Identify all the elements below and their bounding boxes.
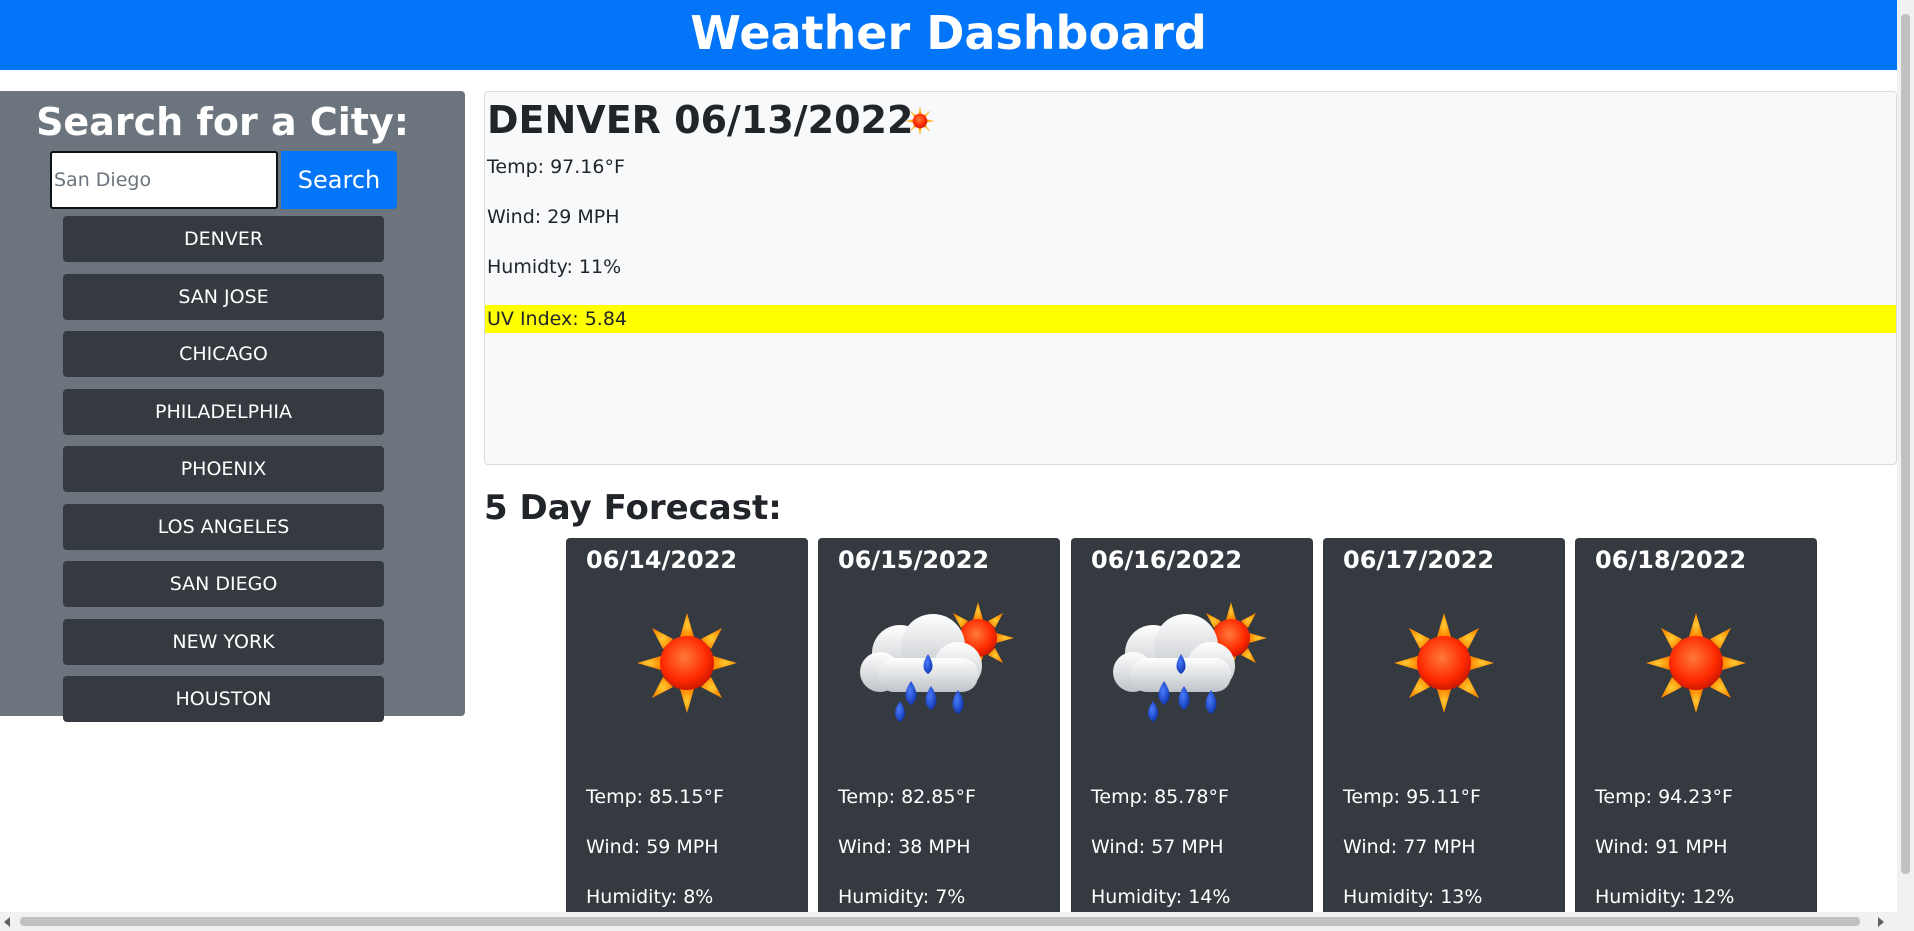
search-button[interactable]: Search [281,151,397,209]
forecast-humidity: Humidity: 8% [586,886,714,908]
forecast-date: 06/15/2022 [838,546,990,574]
forecast-card: 06/15/2022 Temp: 82.85°F Wind: 38 MPH Hu… [818,538,1060,912]
forecast-wind: Wind: 57 MPH [1091,836,1224,858]
scroll-left-arrow-icon[interactable] [4,917,10,927]
vertical-scrollbar-thumb[interactable] [1901,14,1910,874]
city-button-denver[interactable]: DENVER [63,216,384,262]
uv-index-bar [485,305,1896,333]
city-button-los-angeles[interactable]: LOS ANGELES [63,504,384,550]
page-title: Weather Dashboard [690,6,1207,60]
sun-icon [1646,613,1746,713]
current-humidity: Humidty: 11% [487,256,622,278]
forecast-card: 06/14/2022 Temp: 85.15°F Wind: 59 MPH Hu… [566,538,808,912]
horizontal-scrollbar-thumb[interactable] [20,917,1860,926]
city-button-philadelphia[interactable]: PHILADELPHIA [63,389,384,435]
current-wind: Wind: 29 MPH [487,206,620,228]
forecast-temp: Temp: 85.78°F [1091,786,1229,808]
forecast-wind: Wind: 77 MPH [1343,836,1476,858]
forecast-card: 06/17/2022 Temp: 95.11°F Wind: 77 MPH Hu… [1323,538,1565,912]
forecast-temp: Temp: 95.11°F [1343,786,1481,808]
rain-cloud-sun-icon [1113,602,1267,722]
page-header: Weather Dashboard [0,0,1897,70]
scroll-right-arrow-icon[interactable] [1878,917,1884,927]
forecast-date: 06/14/2022 [586,546,738,574]
current-city-title: DENVER 06/13/2022 [487,98,914,142]
city-button-san-jose[interactable]: SAN JOSE [63,274,384,320]
forecast-humidity: Humidity: 7% [838,886,966,908]
forecast-date: 06/16/2022 [1091,546,1243,574]
forecast-card: 06/16/2022 Temp: 85.78°F Wind: 57 MPH Hu… [1071,538,1313,912]
search-heading: Search for a City: [36,100,409,144]
city-button-houston[interactable]: HOUSTON [63,676,384,722]
forecast-temp: Temp: 94.23°F [1595,786,1733,808]
city-button-new-york[interactable]: NEW YORK [63,619,384,665]
rain-cloud-sun-icon [860,602,1014,722]
city-button-phoenix[interactable]: PHOENIX [63,446,384,492]
forecast-wind: Wind: 38 MPH [838,836,971,858]
sun-icon [905,106,935,136]
city-button-chicago[interactable]: CHICAGO [63,331,384,377]
forecast-humidity: Humidity: 14% [1091,886,1231,908]
forecast-wind: Wind: 59 MPH [586,836,719,858]
forecast-temp: Temp: 85.15°F [586,786,724,808]
sun-icon [637,613,737,713]
current-temp: Temp: 97.16°F [487,156,625,178]
forecast-date: 06/17/2022 [1343,546,1495,574]
forecast-humidity: Humidity: 12% [1595,886,1735,908]
forecast-date: 06/18/2022 [1595,546,1747,574]
sun-icon [1394,613,1494,713]
forecast-temp: Temp: 82.85°F [838,786,976,808]
forecast-card: 06/18/2022 Temp: 94.23°F Wind: 91 MPH Hu… [1575,538,1817,912]
forecast-title: 5 Day Forecast: [484,488,782,528]
vertical-scrollbar[interactable] [1897,0,1914,912]
uv-index-label: UV Index: 5.84 [487,308,627,330]
search-sidebar: Search for a City: Search DENVER SAN JOS… [0,91,465,722]
horizontal-scrollbar[interactable] [0,912,1914,931]
city-button-san-diego[interactable]: SAN DIEGO [63,561,384,607]
city-search-input[interactable] [50,151,278,209]
forecast-wind: Wind: 91 MPH [1595,836,1728,858]
forecast-humidity: Humidity: 13% [1343,886,1483,908]
current-weather-panel: DENVER 06/13/2022 Temp: 97.16°F Wind: 29… [484,91,1897,465]
